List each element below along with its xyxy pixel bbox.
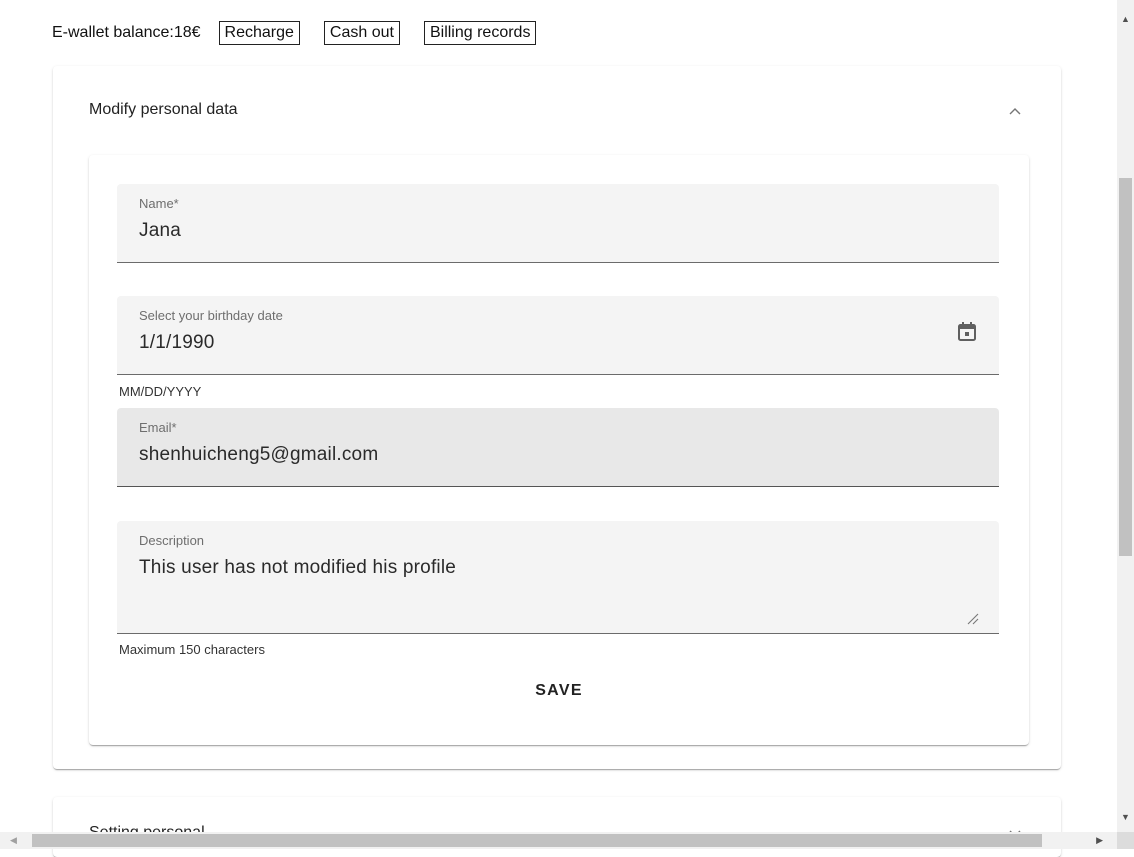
profile-form-card: Name* Jana Select your birthday date 1/1… [89, 155, 1029, 745]
name-field[interactable]: Name* Jana [117, 184, 999, 263]
horizontal-scrollbar-thumb[interactable] [32, 834, 1042, 847]
scrollbar-corner [1117, 832, 1134, 849]
resize-handle-icon[interactable] [965, 611, 979, 625]
wallet-balance: E-wallet balance:18€ [52, 24, 201, 41]
wallet-bar: E-wallet balance:18€ Recharge Cash out B… [52, 20, 560, 46]
birthday-format-hint: MM/DD/YYYY [119, 384, 202, 399]
calendar-icon[interactable] [955, 320, 979, 344]
email-field-label: Email* [139, 420, 177, 435]
name-field-label: Name* [139, 196, 179, 211]
horizontal-scrollbar[interactable]: ◀ ▶ [0, 832, 1117, 849]
description-field-value[interactable]: This user has not modified his profile [139, 557, 456, 579]
scroll-down-arrow-icon[interactable]: ▼ [1121, 812, 1130, 822]
scroll-left-arrow-icon[interactable]: ◀ [10, 835, 17, 846]
birthday-field-value[interactable]: 1/1/1990 [139, 332, 215, 354]
billing-records-button[interactable]: Billing records [423, 21, 537, 45]
profile-panel: Modify personal data Name* Jana Select y… [53, 66, 1061, 769]
recharge-button[interactable]: Recharge [218, 21, 300, 45]
vertical-scrollbar[interactable]: ▲ ▼ [1117, 0, 1134, 832]
profile-panel-title: Modify personal data [89, 101, 238, 118]
email-field-value[interactable]: shenhuicheng5@gmail.com [139, 444, 378, 466]
description-field-label: Description [139, 533, 205, 548]
name-field-value[interactable]: Jana [139, 220, 181, 242]
profile-panel-header[interactable]: Modify personal data [53, 66, 1061, 154]
cash-out-button[interactable]: Cash out [323, 21, 400, 45]
description-limit-hint: Maximum 150 characters [119, 642, 265, 657]
birthday-field[interactable]: Select your birthday date 1/1/1990 [117, 296, 999, 375]
description-field[interactable]: Description This user has not modified h… [117, 521, 999, 634]
email-field[interactable]: Email* shenhuicheng5@gmail.com [117, 408, 999, 487]
vertical-scrollbar-thumb[interactable] [1119, 178, 1132, 556]
chevron-up-icon[interactable] [1005, 102, 1025, 118]
save-button[interactable]: SAVE [509, 673, 609, 709]
birthday-field-label: Select your birthday date [139, 308, 283, 323]
scroll-right-arrow-icon[interactable]: ▶ [1096, 835, 1103, 846]
scroll-up-arrow-icon[interactable]: ▲ [1121, 14, 1130, 24]
